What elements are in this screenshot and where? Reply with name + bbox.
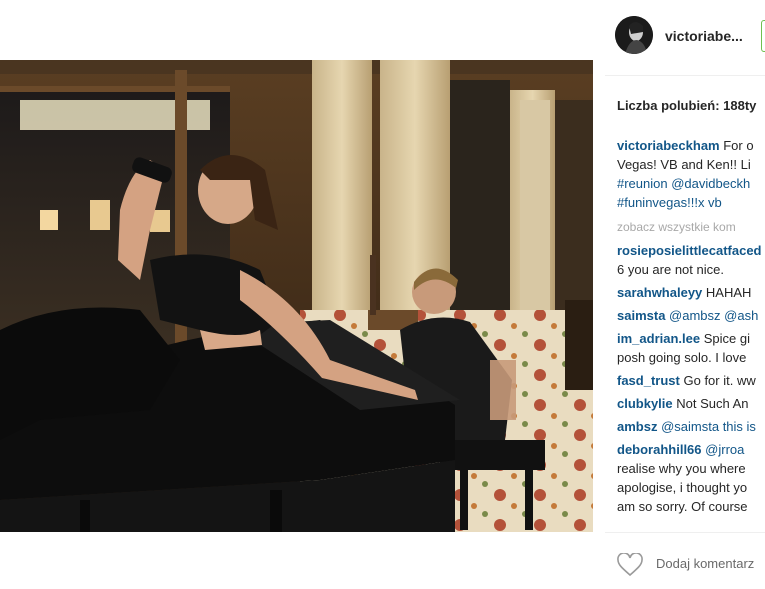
photo-image [0,60,593,532]
comment: rosieposielittlecatfaced [617,241,765,260]
comment-username[interactable]: sarahwhaleyy [617,285,702,300]
comment-text: apologise, i thought yo [617,480,748,495]
comment: ambsz @saimsta this is [617,417,765,436]
caption-username[interactable]: victoriabeckham [617,138,720,153]
comment-username[interactable]: rosieposielittlecatfaced [617,243,762,258]
caption-hashtag[interactable]: #funinvegas!!!x vb [617,195,722,210]
comment-text: HAHAH [705,285,752,300]
caption-hashtag-line[interactable]: #reunion @davidbeckh [617,174,765,193]
comment-text: 6 you are not nice. [617,262,724,277]
comment-username[interactable]: saimsta [617,308,665,323]
comment: sarahwhaleyy HAHAH [617,283,765,302]
comment-text[interactable]: @saimsta this is [661,419,756,434]
comment: clubkylie Not Such An [617,394,765,413]
comment-text[interactable]: @ambsz @ash [669,308,758,323]
caption-line: victoriabeckham For o [617,136,765,155]
comment-text[interactable]: @jrroa [705,442,744,457]
footer-divider [605,532,765,533]
username-link[interactable]: victoriabe... [665,28,743,44]
post-header: victoriabe... [593,0,765,75]
comment-username[interactable]: fasd_trust [617,373,680,388]
view-all-comments-link[interactable]: zobacz wszystkie kom [617,218,765,237]
avatar[interactable] [615,16,653,54]
comment-text: Spice gi [703,331,750,346]
comment-text: posh going solo. I love [617,350,747,365]
heart-outline-icon[interactable] [617,552,643,577]
comments-list: victoriabeckham For o Vegas! VB and Ken!… [617,136,765,516]
header-divider [605,75,765,76]
caption-line: #funinvegas!!!x vb [617,193,765,212]
comment: saimsta @ambsz @ash [617,306,765,325]
likes-count[interactable]: Liczba polubień: 188ty [617,98,756,113]
comment-username[interactable]: clubkylie [617,396,673,411]
comment-text: Not Such An [676,396,749,411]
comment-username[interactable]: im_adrian.lee [617,331,700,346]
avatar-image [615,16,653,54]
comment-text: Go for it. ww [683,373,756,388]
comment-text: realise why you where [617,461,746,476]
follow-button[interactable] [761,20,765,52]
comment: deborahhill66 @jrroa [617,440,765,459]
comment-username[interactable]: ambsz [617,419,657,434]
caption-line: Vegas! VB and Ken!! Li [617,157,751,172]
post-side-panel: victoriabe... Liczba polubień: 188ty vic… [593,0,765,589]
comment: fasd_trust Go for it. ww [617,371,765,390]
caption-text: For o [723,138,754,153]
comment-username[interactable]: deborahhill66 [617,442,702,457]
add-comment-input[interactable]: Dodaj komentarz [656,556,754,571]
post-photo[interactable] [0,60,593,532]
comment-text: am so sorry. Of course [617,499,748,514]
comment: im_adrian.lee Spice gi [617,329,765,348]
